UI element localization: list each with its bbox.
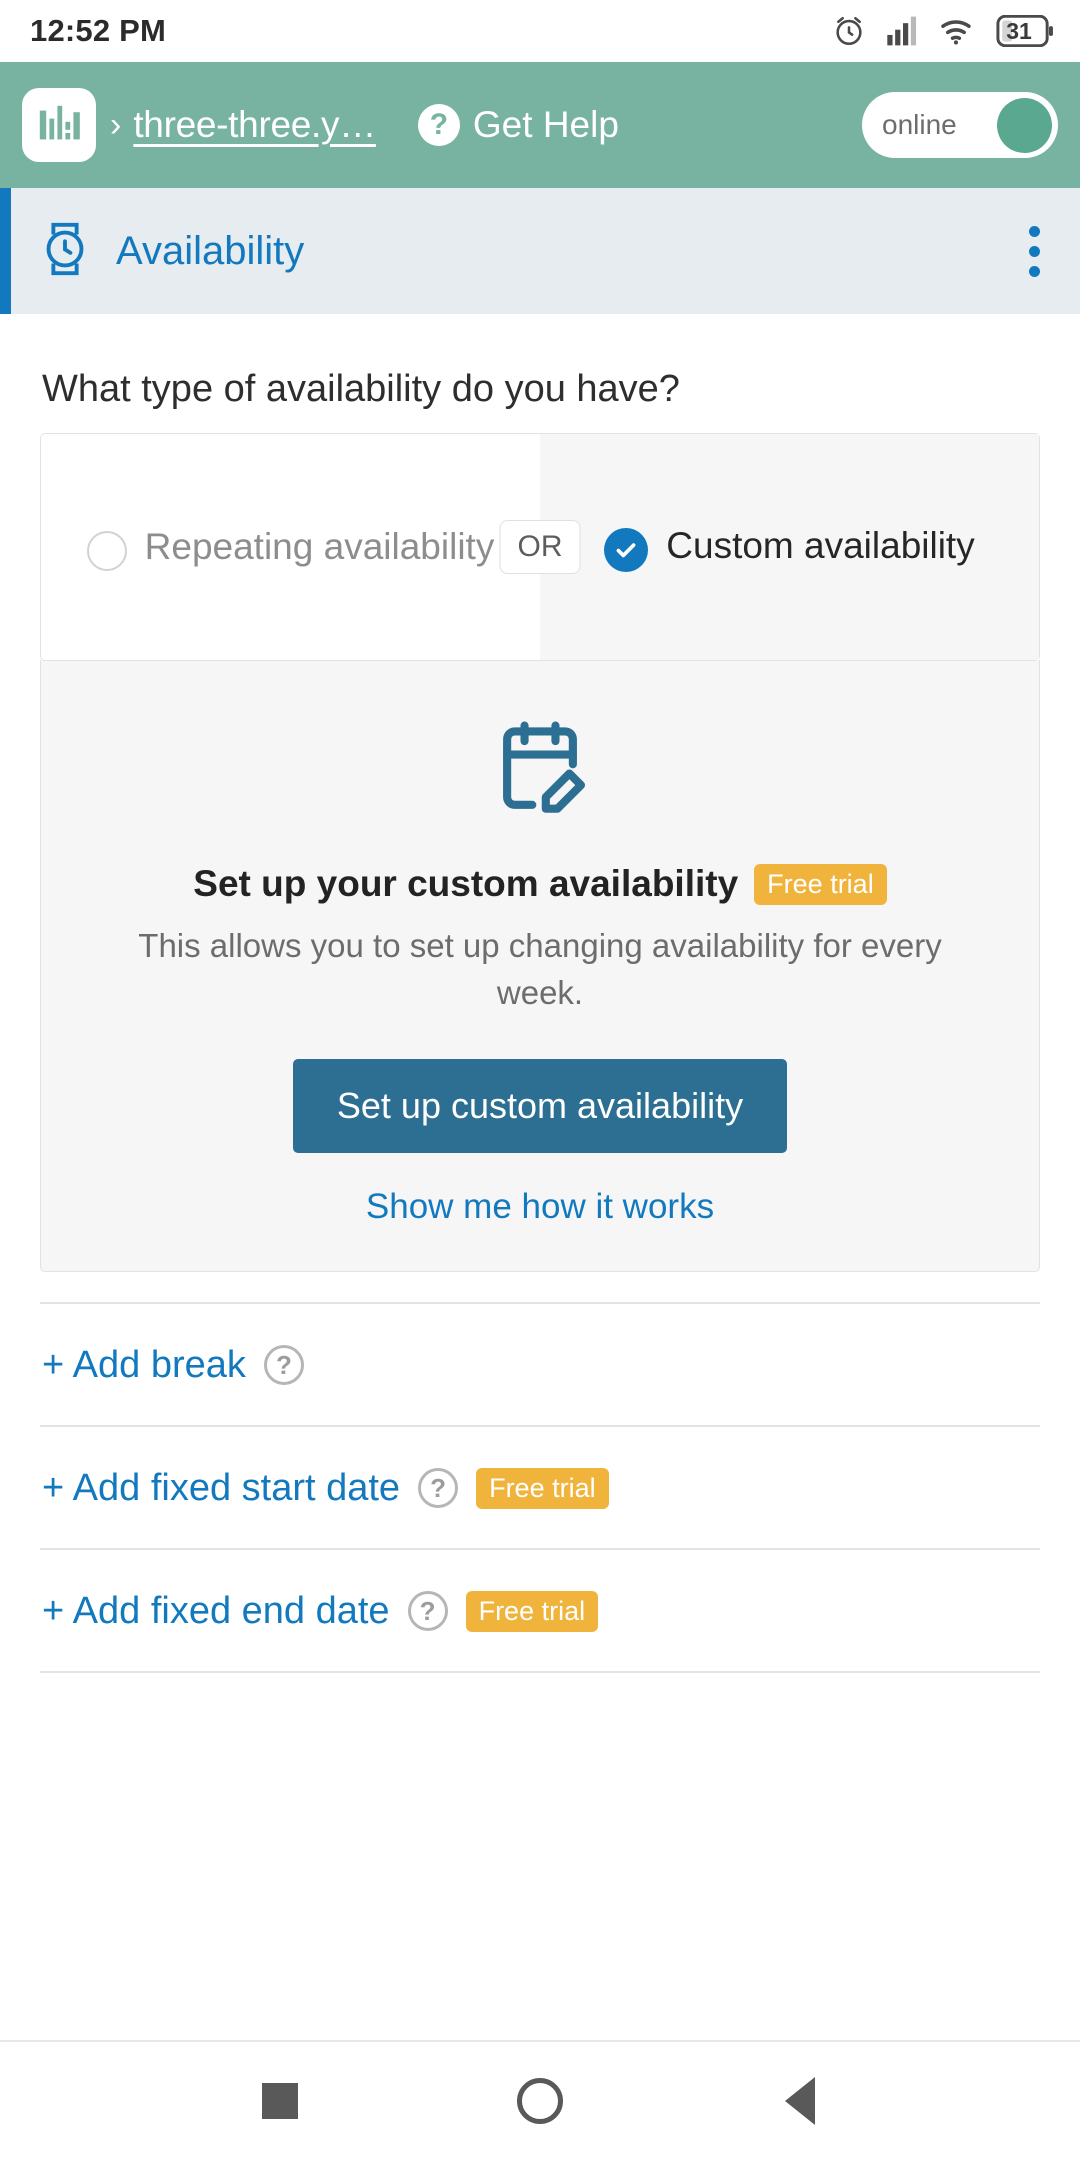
availability-question: What type of availability do you have? bbox=[42, 368, 680, 410]
recents-button[interactable] bbox=[220, 2041, 340, 2160]
or-divider-badge: OR bbox=[499, 520, 581, 574]
breadcrumb-link[interactable]: three-three.y… bbox=[133, 104, 376, 146]
circle-icon bbox=[517, 2078, 563, 2124]
option-custom-availability[interactable]: Custom availability bbox=[540, 434, 1039, 660]
add-fixed-start-date-row[interactable]: + Add fixed start date ? Free trial bbox=[40, 1427, 1040, 1548]
radio-unselected-icon[interactable] bbox=[86, 530, 127, 571]
option-repeating-label: Repeating availability bbox=[144, 525, 495, 567]
free-trial-badge: Free trial bbox=[754, 863, 887, 905]
home-button[interactable] bbox=[480, 2041, 600, 2160]
square-icon bbox=[262, 2083, 298, 2119]
get-help-label: Get Help bbox=[472, 104, 619, 145]
app-header: › three-three.y… ? Get Help online bbox=[0, 62, 1080, 188]
status-bar-time: 12:52 PM bbox=[30, 13, 166, 48]
triangle-back-icon bbox=[785, 2077, 815, 2125]
action-rows: + Add break ? + Add fixed start date ? F… bbox=[40, 1301, 1040, 1673]
availability-type-selector: Repeating availability Custom availabili… bbox=[40, 433, 1040, 661]
alarm-icon bbox=[832, 14, 866, 48]
bar-chart-logo[interactable] bbox=[22, 88, 96, 162]
status-bar-icons: 31 bbox=[832, 14, 1054, 48]
watch-icon bbox=[39, 218, 91, 285]
online-toggle-label: online bbox=[882, 109, 957, 140]
free-trial-badge: Free trial bbox=[476, 1467, 609, 1509]
add-fixed-end-date-label: + Add fixed end date bbox=[42, 1589, 390, 1632]
calendar-edit-icon bbox=[482, 714, 598, 835]
question-mark-icon: ? bbox=[417, 104, 460, 146]
kebab-menu-icon[interactable] bbox=[1019, 216, 1050, 287]
divider bbox=[40, 1670, 1040, 1673]
battery-level-text: 31 bbox=[1006, 17, 1032, 44]
help-icon[interactable]: ? bbox=[263, 1345, 304, 1386]
online-status-toggle[interactable]: online bbox=[862, 92, 1058, 158]
back-button[interactable] bbox=[740, 2041, 860, 2160]
android-nav-bar bbox=[0, 2040, 1080, 2160]
promo-description: This allows you to set up changing avail… bbox=[138, 927, 942, 1011]
get-help-button[interactable]: ? Get Help bbox=[417, 104, 619, 146]
add-break-row[interactable]: + Add break ? bbox=[40, 1304, 1040, 1425]
custom-availability-promo-panel: Set up your custom availability Free tri… bbox=[40, 660, 1040, 1272]
add-break-label: + Add break bbox=[42, 1343, 246, 1386]
free-trial-badge: Free trial bbox=[465, 1590, 599, 1632]
main-content: What type of availability do you have? R… bbox=[0, 314, 1080, 2040]
battery-icon: 31 bbox=[996, 15, 1054, 47]
breadcrumb-separator-icon: › bbox=[110, 106, 122, 144]
availability-section-header: Availability bbox=[0, 188, 1080, 314]
page-title: Availability bbox=[116, 228, 305, 273]
show-how-it-works-link[interactable]: Show me how it works bbox=[366, 1187, 714, 1227]
option-repeating-availability[interactable]: Repeating availability bbox=[41, 434, 540, 660]
toggle-knob bbox=[997, 97, 1052, 153]
radio-selected-check-icon[interactable] bbox=[604, 528, 649, 572]
add-fixed-start-date-label: + Add fixed start date bbox=[42, 1466, 401, 1509]
setup-custom-availability-button[interactable]: Set up custom availability bbox=[292, 1058, 788, 1153]
option-custom-label: Custom availability bbox=[666, 525, 975, 566]
add-fixed-end-date-row[interactable]: + Add fixed end date ? Free trial bbox=[40, 1550, 1040, 1671]
help-icon[interactable]: ? bbox=[407, 1591, 448, 1632]
help-icon[interactable]: ? bbox=[418, 1468, 459, 1509]
wifi-icon bbox=[940, 16, 976, 46]
status-bar: 12:52 PM 31 bbox=[0, 0, 1080, 62]
promo-title: Set up your custom availability bbox=[193, 863, 739, 904]
signal-icon bbox=[886, 16, 920, 46]
